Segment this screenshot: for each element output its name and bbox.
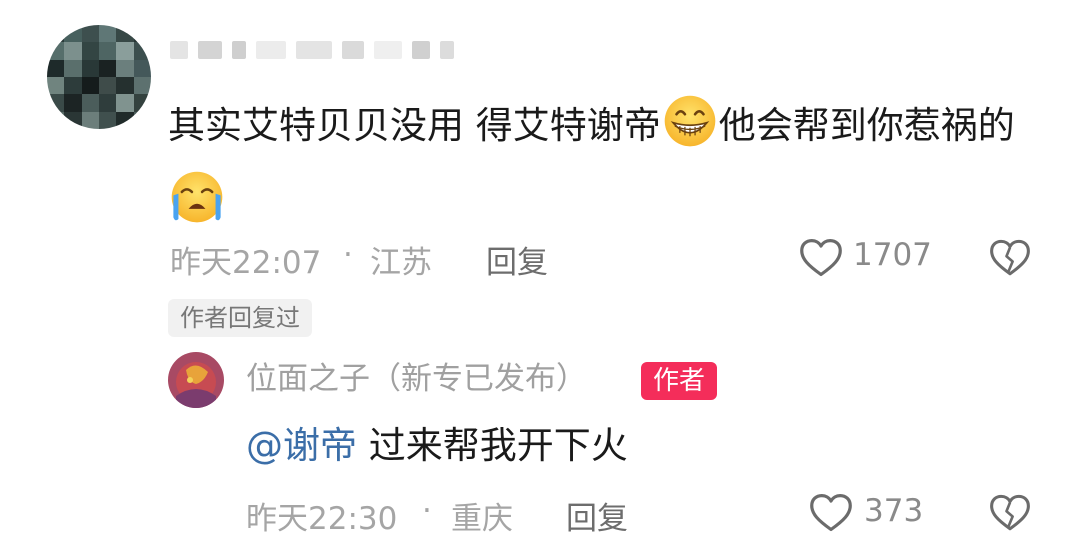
meta-separator: · [343, 237, 353, 273]
reply-reply-button[interactable]: 回复 [566, 493, 628, 538]
commenter-avatar[interactable] [47, 25, 151, 129]
mention-link[interactable]: @谢帝 [246, 424, 357, 467]
reply-like-count: 373 [864, 493, 924, 529]
broken-heart-icon[interactable] [989, 492, 1031, 534]
loudly-crying-face-emoji-icon [171, 171, 223, 223]
author-avatar[interactable] [168, 352, 224, 408]
reply-time: 昨天22:30 [246, 501, 398, 537]
comment-like-count: 1707 [853, 237, 932, 273]
reply-location: 重庆 [451, 501, 513, 537]
reply-text: 过来帮我开下火 [357, 424, 628, 467]
heart-outline-icon[interactable] [809, 492, 853, 534]
author-replied-badge: 作者回复过 [168, 299, 312, 337]
comment-text-part1: 其实艾特贝贝没用 得艾特谢帝 [168, 104, 661, 147]
grinning-face-emoji-icon [664, 95, 716, 147]
comment-text-part2: 他会帮到你惹祸的 [718, 104, 1015, 147]
comment-location: 江苏 [370, 245, 432, 281]
commenter-username-blurred[interactable] [170, 36, 454, 64]
broken-heart-icon[interactable] [989, 237, 1031, 279]
comment-reply-button[interactable]: 回复 [486, 237, 548, 282]
heart-outline-icon[interactable] [799, 237, 843, 279]
meta-separator: · [422, 493, 432, 529]
author-tag-badge: 作者 [641, 362, 718, 400]
comment-time: 昨天22:07 [170, 245, 322, 281]
author-username[interactable]: 位面之子（新专已发布） [246, 357, 587, 401]
reply-body: @谢帝 过来帮我开下火 [246, 420, 628, 472]
comment-body: 其实艾特贝贝没用 得艾特谢帝 他会帮到你惹祸的 [168, 88, 1048, 240]
